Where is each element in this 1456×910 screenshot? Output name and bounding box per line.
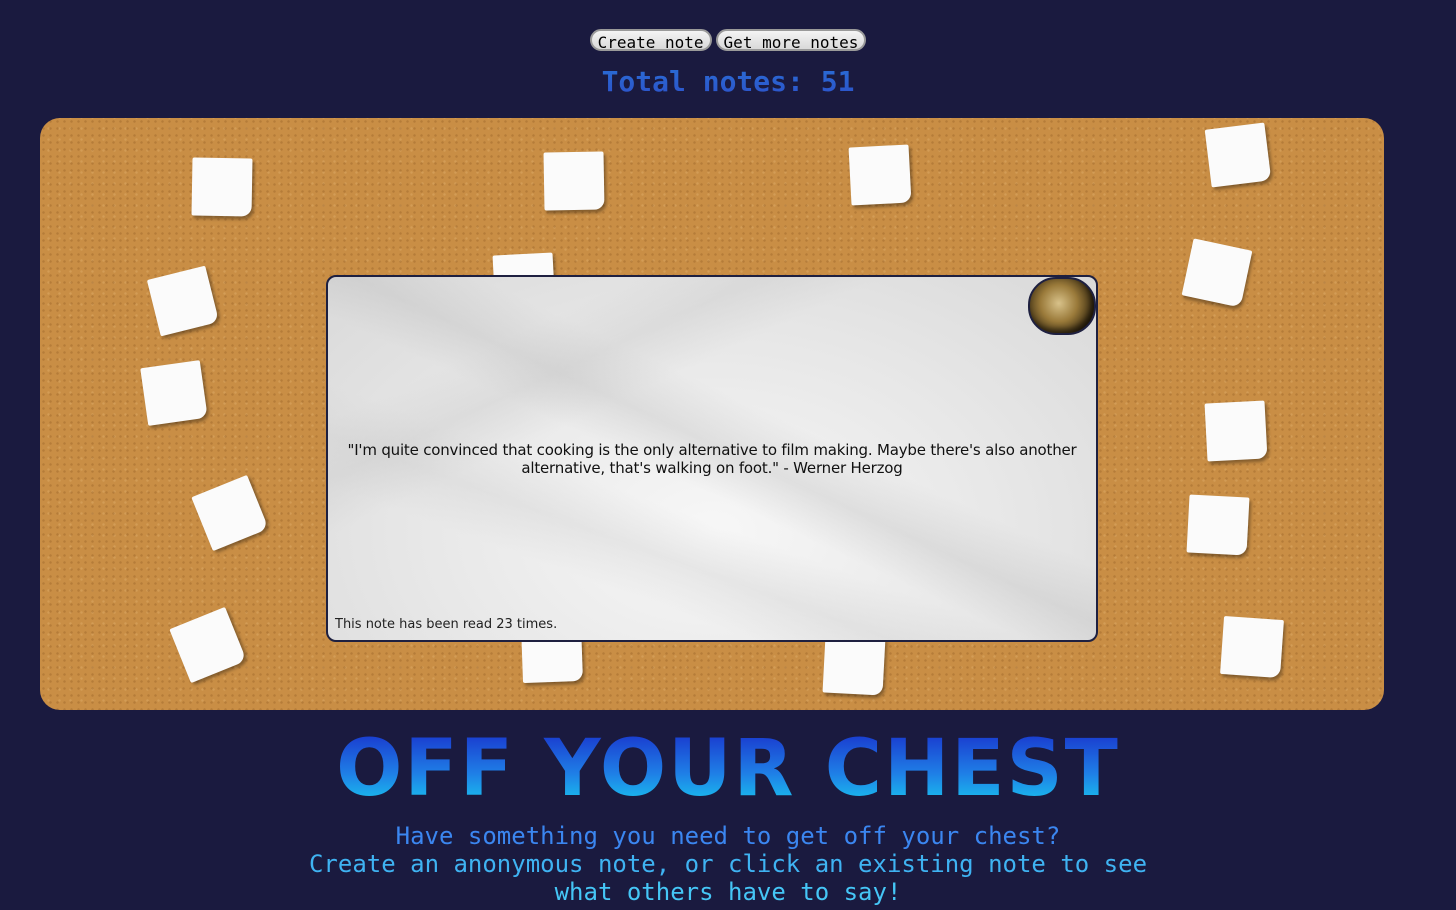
create-note-button[interactable]: Create note: [589, 29, 712, 52]
note-thumbnail[interactable]: [1186, 494, 1250, 556]
site-logo: OFF YOUR CHEST: [0, 728, 1456, 810]
tagline-line-3: what others have to say!: [554, 878, 902, 906]
tagline: Have something you need to get off your …: [0, 822, 1456, 906]
read-count-text: This note has been read 23 times.: [335, 617, 558, 632]
note-thumbnail[interactable]: [191, 474, 269, 552]
note-thumbnail[interactable]: [822, 634, 886, 696]
note-modal: "I'm quite convinced that cooking is the…: [326, 275, 1098, 642]
tagline-line-1: Have something you need to get off your …: [395, 822, 1061, 850]
get-more-notes-button[interactable]: Get more notes: [715, 29, 867, 52]
note-thumbnail[interactable]: [1181, 238, 1253, 308]
close-pin-button[interactable]: [1028, 277, 1096, 335]
note-thumbnail[interactable]: [1204, 400, 1268, 462]
note-thumbnail[interactable]: [146, 265, 220, 337]
note-thumbnail[interactable]: [543, 151, 605, 211]
toolbar: Create note Get more notes: [0, 29, 1456, 52]
note-thumbnail[interactable]: [191, 157, 253, 217]
tagline-line-2: Create an anonymous note, or click an ex…: [308, 850, 1148, 878]
total-notes-counter: Total notes: 51: [0, 64, 1456, 100]
note-thumbnail[interactable]: [169, 606, 247, 684]
page: Create note Get more notes Total notes: …: [0, 0, 1456, 910]
note-thumbnail[interactable]: [848, 144, 912, 206]
note-content: "I'm quite convinced that cooking is the…: [347, 441, 1077, 477]
note-thumbnail[interactable]: [1220, 615, 1284, 679]
note-thumbnail[interactable]: [140, 360, 208, 426]
note-thumbnail[interactable]: [1204, 122, 1272, 188]
